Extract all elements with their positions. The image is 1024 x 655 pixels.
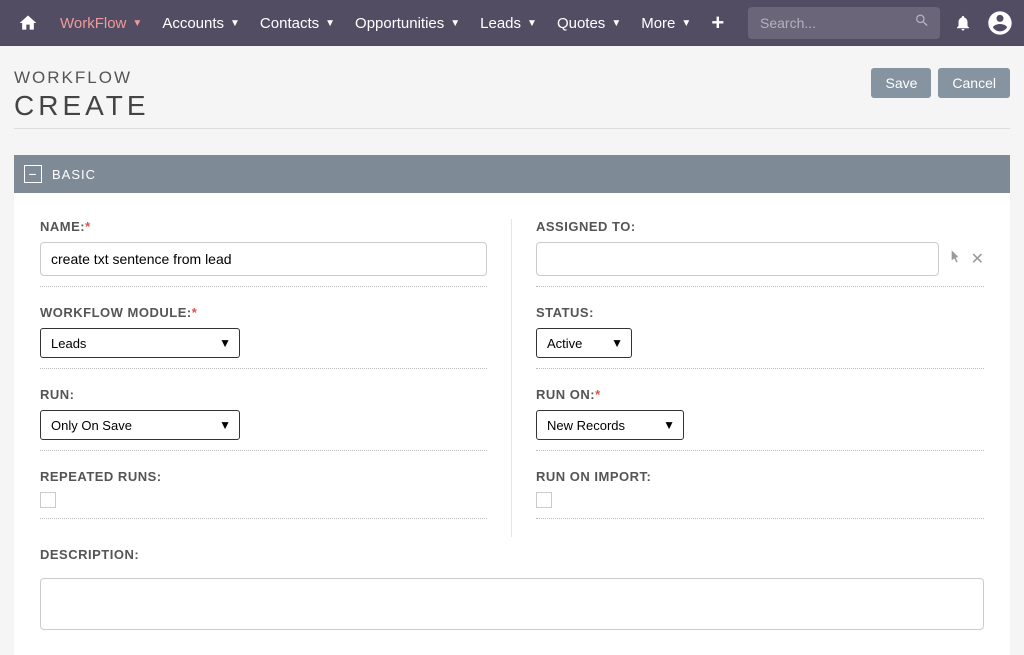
divider: [40, 368, 487, 369]
status-label: STATUS:: [536, 305, 984, 320]
nav-opportunities-label: Opportunities: [355, 15, 444, 32]
repeated-runs-checkbox[interactable]: [40, 492, 56, 508]
chevron-down-icon: ▼: [663, 418, 675, 432]
description-label: DESCRIPTION:: [40, 547, 984, 562]
page-supertitle: WORKFLOW: [14, 68, 871, 88]
chevron-down-icon: ▼: [527, 18, 537, 29]
divider: [40, 286, 487, 287]
divider: [536, 286, 984, 287]
notifications-icon[interactable]: [954, 14, 972, 32]
home-icon[interactable]: [18, 13, 38, 33]
page-header: WORKFLOW CREATE Save Cancel: [0, 46, 1024, 122]
chevron-down-icon: ▼: [611, 18, 621, 29]
form-body: NAME:* WORKFLOW MODULE:* Leads ▼ RUN: On…: [14, 193, 1010, 547]
description-section: DESCRIPTION:: [14, 547, 1010, 655]
run-value: Only On Save: [51, 418, 132, 433]
chevron-down-icon: ▼: [132, 18, 142, 29]
chevron-down-icon: ▼: [219, 336, 231, 350]
chevron-down-icon: ▼: [325, 18, 335, 29]
workflow-module-select[interactable]: Leads ▼: [40, 328, 240, 358]
divider: [40, 518, 487, 519]
add-button[interactable]: +: [701, 10, 734, 36]
run-label: RUN:: [40, 387, 487, 402]
page-title: CREATE: [14, 90, 871, 122]
top-navigation: WorkFlow ▼ Accounts ▼ Contacts ▼ Opportu…: [0, 0, 1024, 46]
run-on-import-label: RUN ON IMPORT:: [536, 469, 984, 484]
chevron-down-icon: ▼: [230, 18, 240, 29]
run-select[interactable]: Only On Save ▼: [40, 410, 240, 440]
nav-leads[interactable]: Leads ▼: [470, 0, 547, 46]
nav-opportunities[interactable]: Opportunities ▼: [345, 0, 470, 46]
divider: [536, 450, 984, 451]
nav-workflow-label: WorkFlow: [60, 15, 126, 32]
cursor-icon[interactable]: [947, 249, 963, 270]
chevron-down-icon: ▼: [611, 336, 623, 350]
chevron-down-icon: ▼: [219, 418, 231, 432]
chevron-down-icon: ▼: [450, 18, 460, 29]
name-input[interactable]: [40, 242, 487, 276]
nav-leads-label: Leads: [480, 15, 521, 32]
search-icon[interactable]: [914, 13, 930, 34]
assigned-to-label: ASSIGNED TO:: [536, 219, 984, 234]
collapse-button[interactable]: −: [24, 165, 42, 183]
name-label: NAME:*: [40, 219, 487, 234]
nav-contacts[interactable]: Contacts ▼: [250, 0, 345, 46]
nav-contacts-label: Contacts: [260, 15, 319, 32]
run-on-value: New Records: [547, 418, 625, 433]
repeated-runs-label: REPEATED RUNS:: [40, 469, 487, 484]
clear-icon[interactable]: ✕: [971, 249, 984, 269]
user-avatar-icon[interactable]: [986, 9, 1014, 37]
divider: [40, 450, 487, 451]
search-input[interactable]: [748, 7, 940, 39]
nav-workflow[interactable]: WorkFlow ▼: [50, 0, 152, 46]
nav-accounts[interactable]: Accounts ▼: [152, 0, 250, 46]
section-header-basic: − BASIC: [14, 155, 1010, 193]
run-on-select[interactable]: New Records ▼: [536, 410, 684, 440]
nav-accounts-label: Accounts: [162, 15, 224, 32]
nav-more-label: More: [641, 15, 675, 32]
nav-quotes[interactable]: Quotes ▼: [547, 0, 631, 46]
nav-more[interactable]: More ▼: [631, 0, 701, 46]
chevron-down-icon: ▼: [681, 18, 691, 29]
section-title: BASIC: [52, 167, 96, 182]
status-value: Active: [547, 336, 582, 351]
search-wrap: [748, 7, 940, 39]
run-on-import-checkbox[interactable]: [536, 492, 552, 508]
description-textarea[interactable]: [40, 578, 984, 630]
assigned-to-input[interactable]: [536, 242, 939, 276]
divider: [536, 368, 984, 369]
run-on-label: RUN ON:*: [536, 387, 984, 402]
cancel-button[interactable]: Cancel: [938, 68, 1010, 98]
workflow-module-label: WORKFLOW MODULE:*: [40, 305, 487, 320]
header-divider: [14, 128, 1010, 129]
status-select[interactable]: Active ▼: [536, 328, 632, 358]
save-button[interactable]: Save: [871, 68, 931, 98]
workflow-module-value: Leads: [51, 336, 86, 351]
divider: [536, 518, 984, 519]
nav-quotes-label: Quotes: [557, 15, 605, 32]
